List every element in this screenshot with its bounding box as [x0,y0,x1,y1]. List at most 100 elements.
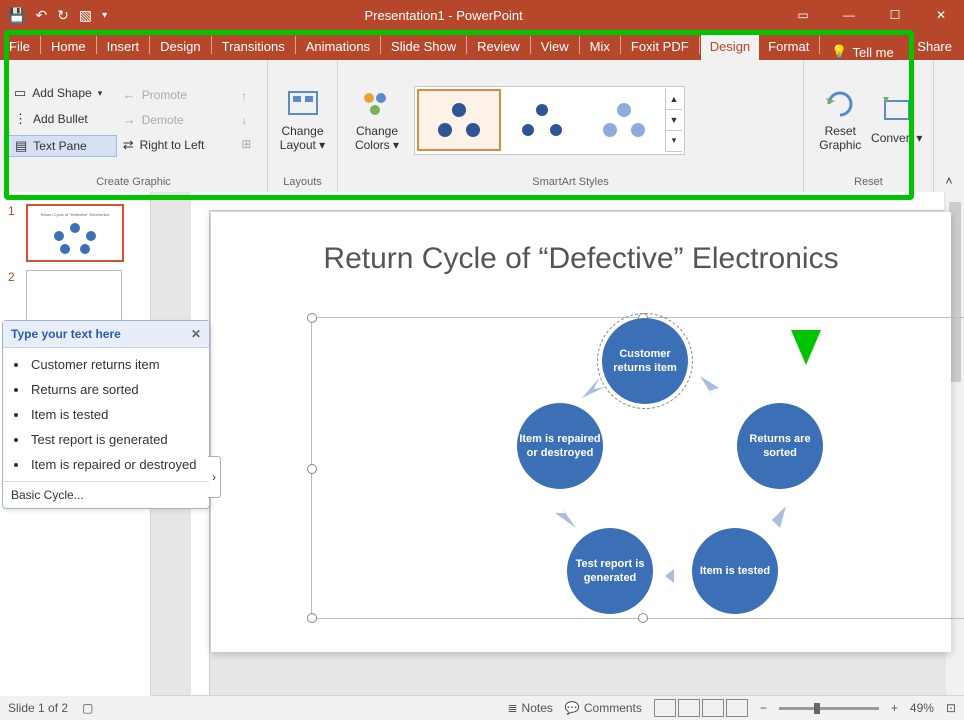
tab-view[interactable]: View [532,33,578,60]
cycle-arrow-icon [762,503,792,533]
cycle-arrow-icon [577,373,607,403]
gallery-more-button[interactable]: ▾ [666,131,682,152]
undo-icon[interactable]: ↶ [35,7,47,24]
smartart-text-pane[interactable]: › Type your text here ✕ Customer returns… [2,320,210,509]
add-shape-button[interactable]: ▭Add Shape▾ [8,83,117,103]
text-pane-item[interactable]: Item is tested [29,402,205,427]
redo-icon[interactable]: ↻ [57,7,69,24]
cycle-node-2[interactable]: Returns are sorted [737,403,823,489]
cycle-node-5[interactable]: Item is repaired or destroyed [517,403,603,489]
tab-home[interactable]: Home [42,33,95,60]
text-pane-button[interactable]: ▤Text Pane [8,135,117,157]
text-pane-item[interactable]: Test report is generated [29,427,205,452]
text-pane-close-icon[interactable]: ✕ [191,327,201,341]
spell-check-icon[interactable]: ▢ [82,701,93,715]
quick-access-toolbar: 💾 ↶ ↻ ▧ ▾ [0,7,107,24]
promote-button: ←Promote [117,85,236,104]
sorter-view-button[interactable] [678,699,700,717]
text-pane-item[interactable]: Item is repaired or destroyed [29,452,205,477]
gallery-scroll-up[interactable]: ▲ [666,89,682,110]
close-icon[interactable]: ✕ [918,0,964,30]
lightbulb-icon: 💡 [831,44,847,60]
thumb-number: 2 [8,270,20,284]
smartart-selection[interactable]: Customer returns item Returns are sorted… [311,317,964,619]
start-from-beginning-icon[interactable]: ▧ [79,7,92,24]
text-pane-title: Type your text here [11,327,121,341]
slide-title[interactable]: Return Cycle of “Defective” Electronics [211,242,951,276]
style-option-3[interactable] [583,90,665,150]
text-pane-item[interactable]: Returns are sorted [29,377,205,402]
style-option-1[interactable] [417,89,501,151]
tell-me-search[interactable]: 💡Tell me [821,44,903,60]
right-to-left-button[interactable]: ⇄Right to Left [117,135,236,155]
comments-icon: 💬 [565,701,580,715]
style-option-2[interactable] [501,90,583,150]
reset-graphic-icon [824,88,856,120]
save-icon[interactable]: 💾 [8,7,25,24]
tab-smartart-design[interactable]: Design [701,33,759,60]
tab-animations[interactable]: Animations [297,33,379,60]
tab-file[interactable]: File [0,33,39,60]
tab-slideshow[interactable]: Slide Show [382,33,465,60]
convert-button[interactable]: Convert ▾ [869,95,926,145]
add-bullet-icon: ⋮ [14,111,27,127]
zoom-level[interactable]: 49% [910,701,934,715]
group-reset: Reset Graphic Convert ▾ Reset [804,60,934,192]
change-layout-icon [287,88,319,120]
tab-mix[interactable]: Mix [581,33,619,60]
slide-thumb-1[interactable]: Return Cycle of "Defective" Electronics [26,204,124,262]
rtl-icon: ⇄ [123,137,134,153]
zoom-slider[interactable] [779,707,879,710]
ribbon-display-icon[interactable]: ▭ [780,0,826,30]
share-button[interactable]: Share [905,33,964,60]
slide-thumb-2[interactable] [26,270,122,326]
tab-design[interactable]: Design [151,33,209,60]
reading-view-button[interactable] [702,699,724,717]
cycle-node-3[interactable]: Item is tested [692,528,778,614]
reset-graphic-button[interactable]: Reset Graphic [812,88,869,152]
thumb-number: 1 [8,204,20,218]
comments-button[interactable]: 💬Comments [565,701,642,715]
text-pane-list[interactable]: Customer returns item Returns are sorted… [7,352,205,477]
tab-insert[interactable]: Insert [98,33,149,60]
cycle-node-1[interactable]: Customer returns item [602,318,688,404]
horizontal-ruler [209,192,944,211]
gallery-scroll-down[interactable]: ▼ [666,110,682,131]
layout-toggle-button: ⊞ [235,135,259,153]
zoom-in-button[interactable]: + [891,701,898,715]
move-down-button: ↓ [235,111,259,129]
group-layouts: Change Layout ▾ Layouts [268,60,338,192]
collapse-ribbon-icon[interactable]: ˄ [945,174,952,188]
svg-text:Return Cycle of "Defective" El: Return Cycle of "Defective" Electronics [41,212,110,217]
notes-icon: ≣ [507,701,517,715]
text-pane-item[interactable]: Customer returns item [29,352,205,377]
change-colors-button[interactable]: Change Colors ▾ [346,88,408,152]
add-shape-icon: ▭ [14,85,26,101]
ribbon: ▭Add Shape▾ ⋮Add Bullet ▤Text Pane ←Prom… [0,60,964,193]
text-pane-footer[interactable]: Basic Cycle... [3,482,209,508]
minimize-icon[interactable]: — [826,0,872,30]
tab-transitions[interactable]: Transitions [213,33,294,60]
demote-button: →Demote [117,110,236,129]
maximize-icon[interactable]: ☐ [872,0,918,30]
change-layout-button[interactable]: Change Layout ▾ [276,88,329,152]
convert-icon [881,95,913,127]
status-bar: Slide 1 of 2 ▢ ≣Notes 💬Comments − + 49% … [0,695,964,720]
group-smartart-styles: Change Colors ▾ ▲ ▼ ▾ SmartArt Styles [338,60,804,192]
tab-smartart-format[interactable]: Format [759,33,818,60]
group-label: Create Graphic [8,176,259,190]
tab-review[interactable]: Review [468,33,529,60]
text-pane-toggle-tab[interactable]: › [208,456,221,498]
layout-icon: ⊞ [241,137,251,151]
add-bullet-button[interactable]: ⋮Add Bullet [8,109,117,129]
slide-canvas[interactable]: Return Cycle of “Defective” Electronics … [211,212,951,652]
slide-indicator[interactable]: Slide 1 of 2 [8,701,68,715]
tab-foxit[interactable]: Foxit PDF [622,33,698,60]
slideshow-view-button[interactable] [726,699,748,717]
normal-view-button[interactable] [654,699,676,717]
notes-button[interactable]: ≣Notes [507,701,552,715]
slide-editor[interactable]: Return Cycle of “Defective” Electronics … [151,192,964,696]
fit-to-window-button[interactable]: ⊡ [946,701,956,715]
zoom-out-button[interactable]: − [760,701,767,715]
cycle-node-4[interactable]: Test report is generated [567,528,653,614]
